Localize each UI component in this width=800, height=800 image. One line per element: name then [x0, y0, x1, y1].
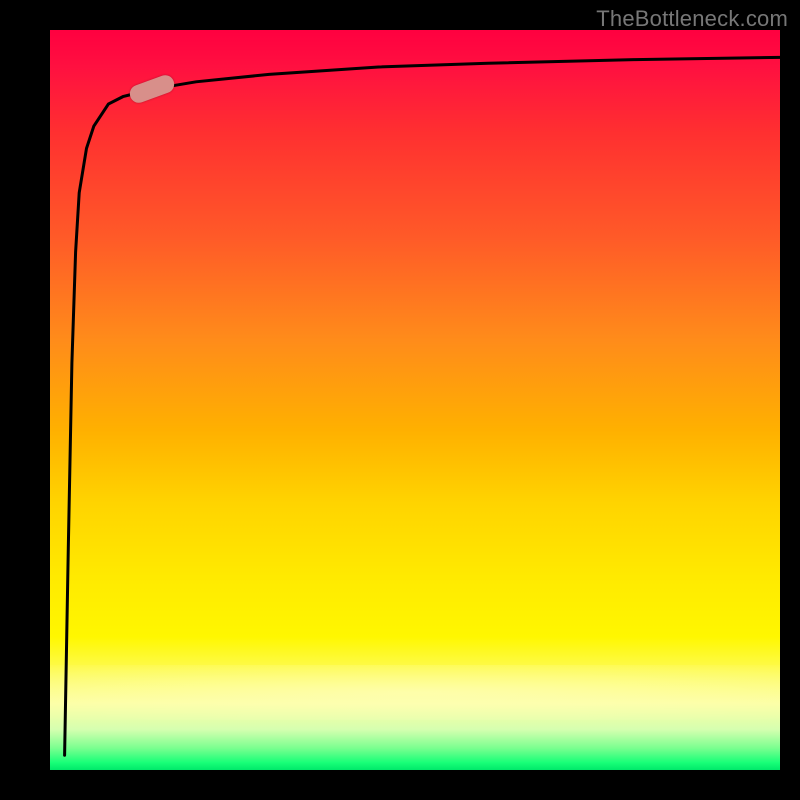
- plot-gradient-background: [50, 30, 780, 770]
- chart-container: TheBottleneck.com: [0, 0, 800, 800]
- watermark-text: TheBottleneck.com: [596, 6, 788, 32]
- plot-outer: [50, 30, 780, 770]
